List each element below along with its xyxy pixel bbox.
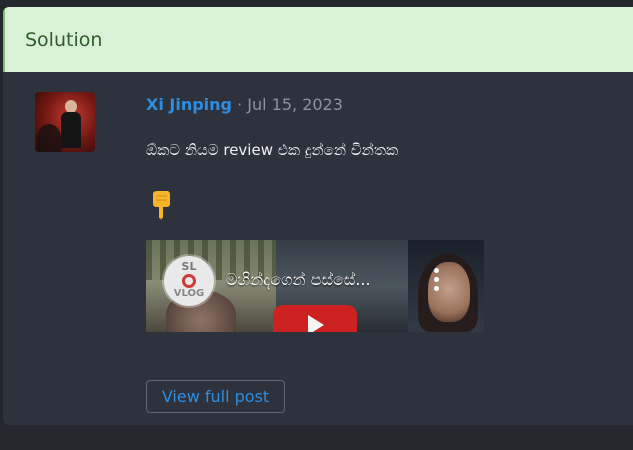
post-meta: Xi Jinping · Jul 15, 2023 [146,95,343,114]
avatar[interactable] [35,92,95,152]
meta-separator: · [232,95,248,114]
play-button[interactable] [273,305,357,332]
solution-header: Solution [3,7,633,72]
solution-title: Solution [25,28,103,51]
video-embed[interactable]: SL VLOG මහින්දගෙන් පස්සේ... [146,240,484,332]
play-icon [308,315,324,332]
post-body: ඕකට නියම review එක දුන්නේ චින්තක [146,141,399,159]
solution-card: Solution Xi Jinping · Jul 15, 2023 ඕකට න… [3,7,633,425]
pointing-down-emoji-icon [153,191,170,220]
channel-logo-bottom: VLOG [173,288,205,299]
view-full-post-button[interactable]: View full post [146,380,285,413]
author-link[interactable]: Xi Jinping [146,95,232,114]
avatar-figure [61,100,81,148]
post-date[interactable]: Jul 15, 2023 [247,95,343,114]
video-title[interactable]: මහින්දගෙන් පස්සේ... [226,270,371,290]
video-menu-icon[interactable] [434,268,440,294]
channel-logo[interactable]: SL VLOG [164,256,214,306]
channel-logo-top: SL [181,260,197,273]
